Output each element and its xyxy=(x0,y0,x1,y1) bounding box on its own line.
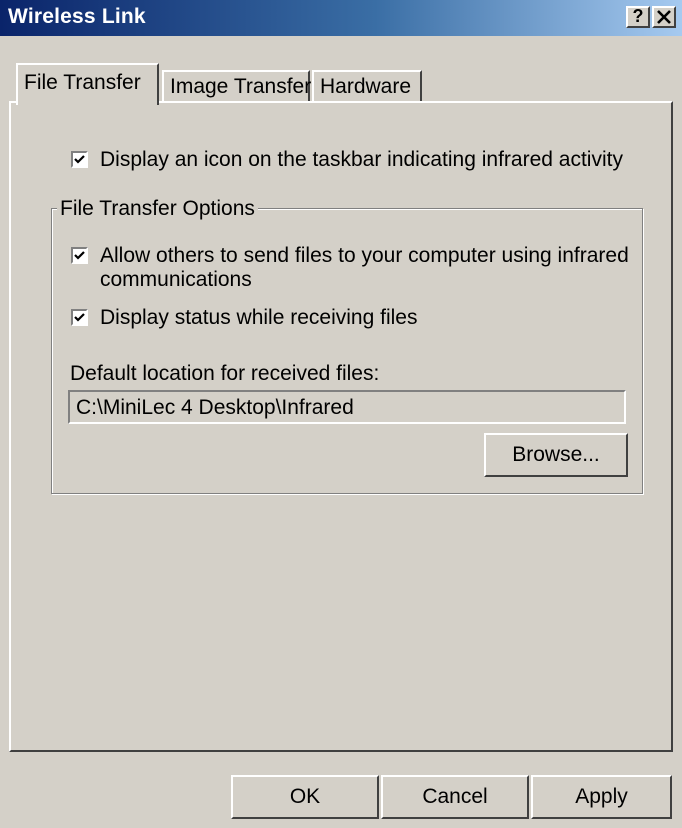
allow-send-label: Allow others to send files to your compu… xyxy=(100,244,629,292)
title-bar[interactable]: Wireless Link ? xyxy=(0,0,682,36)
ok-button[interactable]: OK xyxy=(231,775,379,819)
allow-send-option[interactable]: Allow others to send files to your compu… xyxy=(71,244,629,292)
allow-send-label-line1: Allow others to send files to your compu… xyxy=(100,244,629,267)
location-label: Default location for received files: xyxy=(70,362,380,385)
taskbar-icon-checkbox[interactable] xyxy=(71,151,88,168)
allow-send-checkbox[interactable] xyxy=(71,247,88,264)
location-field[interactable]: C:\MiniLec 4 Desktop\Infrared xyxy=(68,390,626,424)
checkmark-icon xyxy=(74,251,85,260)
display-status-option[interactable]: Display status while receiving files xyxy=(71,306,417,330)
tab-hardware[interactable]: Hardware xyxy=(312,70,422,103)
taskbar-icon-option[interactable]: Display an icon on the taskbar indicatin… xyxy=(71,148,623,172)
display-status-checkbox[interactable] xyxy=(71,309,88,326)
close-button[interactable] xyxy=(652,6,676,28)
close-icon xyxy=(657,10,671,24)
group-title: File Transfer Options xyxy=(57,197,258,221)
apply-button[interactable]: Apply xyxy=(531,775,672,819)
taskbar-icon-label: Display an icon on the taskbar indicatin… xyxy=(100,148,623,171)
display-status-label: Display status while receiving files xyxy=(100,306,418,329)
tab-file-transfer[interactable]: File Transfer xyxy=(16,63,159,105)
checkmark-icon xyxy=(74,313,85,322)
dialog-window: Wireless Link ? File Transfer Image Tran… xyxy=(0,0,682,828)
tab-image-transfer[interactable]: Image Transfer xyxy=(162,70,311,103)
window-title: Wireless Link xyxy=(8,5,146,28)
browse-button[interactable]: Browse... xyxy=(484,433,628,477)
allow-send-label-line2: communications xyxy=(100,268,252,291)
help-button[interactable]: ? xyxy=(626,6,650,28)
cancel-button[interactable]: Cancel xyxy=(381,775,529,819)
checkmark-icon xyxy=(74,155,85,164)
